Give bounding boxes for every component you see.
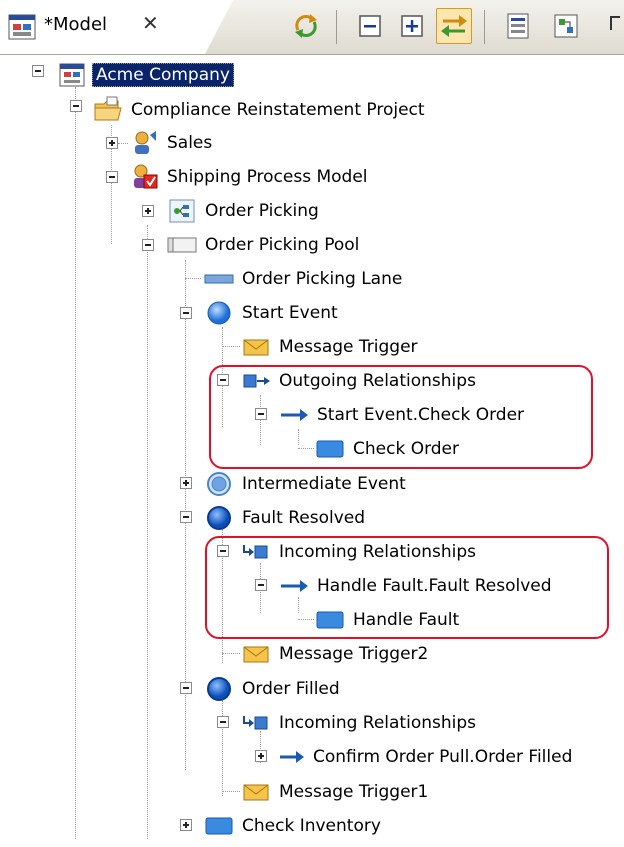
tree-guide-line: [147, 225, 148, 839]
envelope-icon: [240, 638, 272, 670]
tree-node-label: Order Filled: [242, 679, 340, 699]
arrow-right-icon: [278, 741, 306, 773]
expand-toggle[interactable]: [106, 137, 118, 149]
tree-node-label: Start Event: [242, 303, 338, 323]
toolbar-separator: [484, 10, 485, 44]
envelope-icon: [240, 331, 272, 363]
end-event-icon: [203, 673, 235, 705]
tree-node-message-trigger2[interactable]: Message Trigger2: [240, 638, 431, 670]
tree-node-message-trigger1[interactable]: Message Trigger1: [240, 776, 431, 808]
model-tab[interactable]: *Model ✕: [0, 0, 233, 54]
tree-node-project[interactable]: Compliance Reinstatement Project: [92, 94, 428, 126]
collapse-toggle[interactable]: [106, 171, 118, 183]
tree-node-intermediate-event[interactable]: Intermediate Event: [203, 468, 409, 500]
tree-node-message-trigger[interactable]: Message Trigger: [240, 331, 421, 363]
tree-guide-line: [222, 346, 240, 347]
tree-node-label: Check Inventory: [242, 816, 381, 836]
tree-node-label: Confirm Order Pull.Order Filled: [313, 747, 573, 767]
project-folder-icon: [92, 94, 124, 126]
tree-node-sales[interactable]: Sales: [128, 127, 215, 159]
collapse-toggle[interactable]: [180, 511, 192, 523]
tab-title: *Model: [44, 14, 108, 35]
subprocess-icon: [166, 195, 198, 227]
tree-node-label: Fault Resolved: [242, 508, 366, 528]
highlight-box-outgoing: [209, 365, 593, 469]
tree-node-start-event[interactable]: Start Event: [203, 297, 341, 329]
link-with-editor-icon[interactable]: [436, 8, 472, 44]
tree-node-label: Sales: [167, 133, 213, 153]
collapse-toggle[interactable]: [180, 307, 192, 319]
model-view-icon: [8, 14, 36, 45]
model-root-icon: [56, 59, 88, 91]
tree-guide-line: [75, 87, 76, 839]
process-model-icon: [128, 161, 160, 193]
tree-node-label: Incoming Relationships: [279, 713, 477, 733]
tree-node-incoming-relationships-2[interactable]: Incoming Relationships: [240, 707, 479, 739]
expand-all-icon[interactable]: [394, 8, 430, 44]
expand-toggle[interactable]: [255, 750, 267, 762]
tree-node-label: Intermediate Event: [242, 474, 406, 494]
tree-guide-line: [185, 278, 201, 279]
tree-node-shipping-process-model[interactable]: Shipping Process Model: [128, 161, 371, 193]
expand-toggle[interactable]: [180, 819, 192, 831]
tree-node-label: Acme Company: [92, 63, 234, 87]
collapse-toggle[interactable]: [217, 716, 229, 728]
tree-guide-line: [222, 700, 223, 796]
task-icon: [203, 810, 235, 842]
view-menu-icon[interactable]: [602, 8, 624, 44]
close-icon[interactable]: ✕: [142, 11, 159, 35]
expand-toggle[interactable]: [142, 205, 154, 217]
tree-node-label: Message Trigger1: [279, 782, 429, 802]
collapse-toggle[interactable]: [142, 239, 154, 251]
tree-node-label: Order Picking Lane: [242, 269, 403, 289]
pool-icon: [166, 229, 198, 261]
tree-guide-line: [118, 143, 128, 144]
view-tab-bar: *Model ✕: [0, 0, 624, 55]
sync-icon[interactable]: [288, 8, 324, 44]
tree-node-order-filled[interactable]: Order Filled: [203, 673, 343, 705]
end-event-icon: [203, 502, 235, 534]
tree-node-label: Shipping Process Model: [167, 167, 368, 187]
tree-guide-line: [222, 791, 240, 792]
collapse-toggle[interactable]: [32, 65, 44, 77]
incoming-relationships-icon: [240, 707, 272, 739]
envelope-icon: [240, 776, 272, 808]
tree-node-order-picking-pool[interactable]: Order Picking Pool: [166, 229, 362, 261]
tree-node-label: Message Trigger2: [279, 644, 429, 664]
layout-icon[interactable]: [548, 8, 584, 44]
start-event-icon: [203, 297, 235, 329]
expand-toggle[interactable]: [180, 477, 192, 489]
tree-node-check-inventory[interactable]: Check Inventory: [203, 810, 384, 842]
tree-node-fault-resolved[interactable]: Fault Resolved: [203, 502, 368, 534]
tree-node-label: Order Picking Pool: [205, 235, 360, 255]
tree-guide-line: [222, 653, 240, 654]
sales-process-icon: [128, 127, 160, 159]
collapse-toggle[interactable]: [70, 100, 82, 112]
highlight-box-incoming: [205, 536, 609, 639]
collapse-toggle[interactable]: [180, 682, 192, 694]
collapse-all-icon[interactable]: [352, 8, 388, 44]
tree-node-order-picking-lane[interactable]: Order Picking Lane: [203, 263, 405, 295]
lane-icon: [203, 263, 235, 295]
tree-node-order-picking[interactable]: Order Picking: [166, 195, 322, 227]
tree-node-acme-company[interactable]: Acme Company: [56, 59, 234, 91]
tree-node-confirm-order-pull[interactable]: Confirm Order Pull.Order Filled: [278, 741, 575, 773]
tree-node-label: Order Picking: [205, 201, 319, 221]
intermediate-event-icon: [203, 468, 235, 500]
model-tree: Acme Company Compliance Reinstatement Pr…: [0, 55, 624, 839]
filter-icon[interactable]: [500, 8, 536, 44]
tree-node-label: Compliance Reinstatement Project: [131, 100, 425, 120]
toolbar-separator: [336, 10, 337, 44]
tree-node-label: Message Trigger: [279, 337, 418, 357]
